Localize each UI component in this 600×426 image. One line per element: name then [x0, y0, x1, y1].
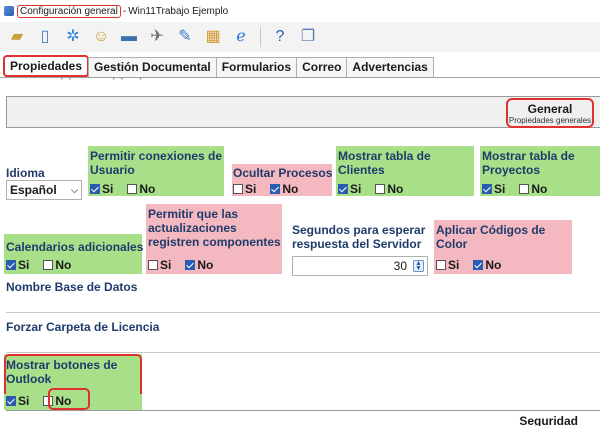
segundos-spinner[interactable]: 30 ▲ ▼: [292, 256, 428, 276]
codigos-color-label: Aplicar Códigos de Color: [436, 223, 546, 251]
calendar-icon[interactable]: ▦: [202, 26, 224, 48]
permitir-conexiones-no[interactable]: No: [127, 182, 155, 196]
option-label: No: [282, 182, 299, 196]
checkbox-checked: [473, 260, 484, 270]
checkbox-unchecked: [436, 260, 446, 270]
calendarios-label: Calendarios adicionales: [6, 240, 144, 254]
tab-propiedades[interactable]: Propiedades: [3, 55, 90, 77]
option-label: No: [387, 182, 404, 196]
window-icon[interactable]: ❐: [297, 26, 319, 48]
help-icon[interactable]: ?: [269, 26, 291, 48]
mostrar-clientes-si[interactable]: Si: [338, 182, 361, 196]
tab-bar: Propiedades Gestión Documental Formulari…: [0, 55, 600, 78]
idioma-value: Español: [10, 183, 57, 197]
option-label: Si: [160, 258, 172, 272]
nombre-bd-label: Nombre Base de Datos: [6, 280, 138, 294]
checkbox-checked: [90, 184, 100, 194]
option-label: No: [531, 182, 548, 196]
checkbox-unchecked: [148, 260, 158, 270]
settings-icon[interactable]: ✲: [62, 26, 84, 48]
next-section-title: Seguridad: [519, 414, 578, 426]
users-icon[interactable]: ☺: [90, 26, 112, 48]
option-label: Si: [350, 182, 362, 196]
toolbar-separator: [260, 27, 261, 47]
mostrar-clientes-label: Mostrar tabla de Clientes: [338, 149, 431, 177]
actualizaciones-label: Permitir que las actualizaciones registr…: [148, 207, 281, 249]
checkbox-unchecked: [233, 184, 243, 194]
document-icon[interactable]: ▯: [34, 26, 56, 48]
actualizaciones-si[interactable]: Si: [148, 258, 171, 272]
option-label: Si: [102, 182, 114, 196]
window-title-main: Configuración general: [17, 4, 121, 18]
option-label: Si: [18, 258, 30, 272]
idioma-label: Idioma: [6, 166, 45, 180]
forzar-carpeta-label: Forzar Carpeta de Licencia: [6, 320, 160, 334]
section-divider: [6, 410, 600, 411]
section-header: General Propiedades generales: [6, 96, 600, 128]
permitir-conexiones-label: Permitir conexiones de Usuario: [90, 149, 223, 177]
window-title-rest: Win11Trabajo Ejemplo: [128, 5, 229, 17]
checkbox-checked: [270, 184, 281, 194]
toolbar: ▰ ▯ ✲ ☺ ▬ ✈ ✎ ▦ ℯ ? ❐: [0, 22, 600, 52]
option-label: No: [139, 182, 156, 196]
actualizaciones-no[interactable]: No: [185, 258, 213, 272]
forzar-carpeta-input[interactable]: [6, 352, 600, 353]
tab-correo[interactable]: Correo: [296, 57, 348, 77]
codigos-color-si[interactable]: Si: [436, 258, 459, 272]
app-icon: [4, 6, 14, 16]
calendarios-si[interactable]: Si: [6, 258, 29, 272]
option-label: Si: [245, 182, 257, 196]
segundos-value: 30: [393, 259, 407, 273]
permitir-conexiones-si[interactable]: Si: [90, 182, 113, 196]
outlook-label: Mostrar botones de Outlook: [6, 358, 118, 386]
title-separator: -: [122, 5, 127, 17]
ocultar-procesos-si[interactable]: Si: [233, 182, 256, 196]
mostrar-clientes-no[interactable]: No: [375, 182, 403, 196]
section-title: General: [527, 102, 573, 116]
checkbox-checked: [6, 260, 16, 270]
segundos-label: Segundos para esperar respuesta del Serv…: [292, 223, 426, 251]
option-label: Si: [18, 394, 30, 408]
calendarios-no[interactable]: No: [43, 258, 71, 272]
spin-arrows-icon[interactable]: ▲ ▼: [413, 260, 424, 272]
mostrar-proyectos-no[interactable]: No: [519, 182, 547, 196]
option-label: No: [197, 258, 214, 272]
chevron-down-icon: ⌵: [71, 184, 78, 195]
title-bar: Configuración general - Win11Trabajo Eje…: [0, 0, 600, 22]
ocultar-procesos-no[interactable]: No: [270, 182, 298, 196]
outlook-si[interactable]: Si: [6, 394, 29, 408]
codigos-color-no[interactable]: No: [473, 258, 501, 272]
satellite-icon[interactable]: ✈: [146, 26, 168, 48]
section-title-box: General Propiedades generales: [506, 98, 594, 128]
outlook-no-highlight: [48, 388, 90, 410]
checkbox-checked: [185, 260, 196, 270]
ocultar-procesos-label: Ocultar Procesos: [233, 166, 333, 180]
idioma-select[interactable]: Español ⌵: [6, 180, 82, 200]
checkbox-checked: [338, 184, 348, 194]
nombre-bd-input[interactable]: [6, 312, 600, 313]
option-label: Si: [494, 182, 506, 196]
truck-icon[interactable]: ▬: [118, 26, 140, 48]
pen-icon[interactable]: ✎: [174, 26, 196, 48]
option-label: No: [55, 258, 72, 272]
tab-gestion-documental[interactable]: Gestión Documental: [88, 57, 217, 77]
tab-formularios[interactable]: Formularios: [215, 57, 298, 77]
browser-icon[interactable]: ℯ: [230, 26, 252, 48]
option-label: Si: [448, 258, 460, 272]
mostrar-proyectos-si[interactable]: Si: [482, 182, 505, 196]
checkbox-unchecked: [43, 260, 54, 270]
folder-icon[interactable]: ▰: [6, 26, 28, 48]
checkbox-unchecked: [375, 184, 386, 194]
section-subtitle: Propiedades generales: [508, 116, 592, 125]
checkbox-checked: [6, 396, 16, 406]
checkbox-unchecked: [519, 184, 530, 194]
option-label: No: [485, 258, 502, 272]
mostrar-proyectos-label: Mostrar tabla de Proyectos: [482, 149, 575, 177]
checkbox-checked: [482, 184, 492, 194]
tab-advertencias[interactable]: Advertencias: [346, 57, 434, 77]
checkbox-unchecked: [127, 184, 138, 194]
